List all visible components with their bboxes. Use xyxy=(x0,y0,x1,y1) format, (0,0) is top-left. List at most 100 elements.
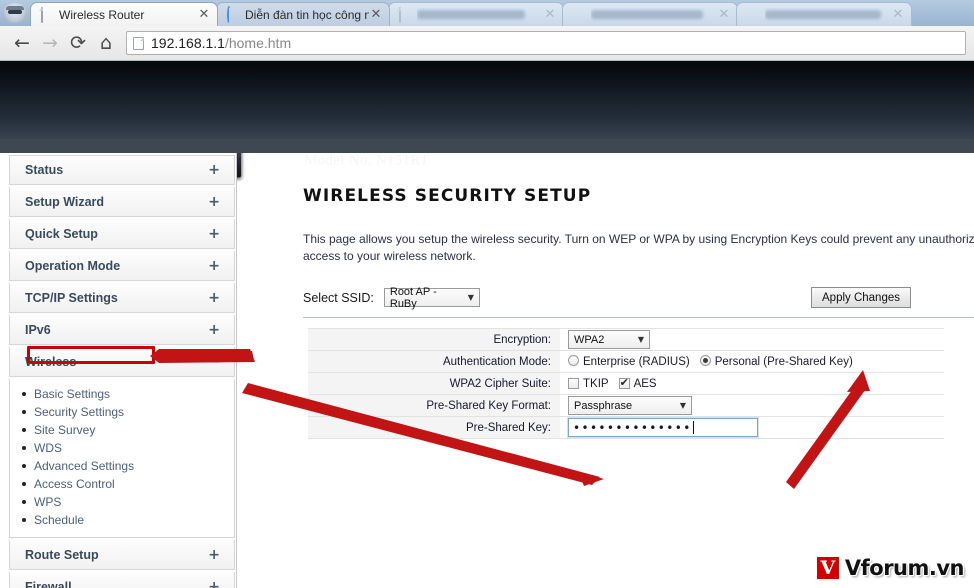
tab-close-icon[interactable]: ✕ xyxy=(891,8,905,21)
browser-tabstrip: Wireless Router ✕ Diễn đàn tin học công … xyxy=(0,0,974,26)
psk-format-select-value: Passphrase xyxy=(574,399,633,412)
ssid-select-value: Root AP - RuBy xyxy=(389,285,437,310)
page-icon xyxy=(747,8,760,22)
sidebar-nav: Status + Setup Wizard + Quick Setup + Op… xyxy=(0,153,237,588)
sidebar-item-basic-settings[interactable]: Basic Settings xyxy=(10,385,234,403)
page-icon xyxy=(41,6,54,23)
browser-tab-blurred-2[interactable]: ✕ xyxy=(562,2,738,26)
sidebar-subitem-label: Advanced Settings xyxy=(34,459,135,473)
radio-personal-label: Personal (Pre-Shared Key) xyxy=(714,356,853,368)
tab-close-icon[interactable]: ✕ xyxy=(717,8,731,21)
expand-plus-icon[interactable]: + xyxy=(208,162,220,178)
tab-close-icon[interactable]: ✕ xyxy=(197,8,211,21)
reload-icon[interactable]: ⟳ xyxy=(64,29,92,57)
vforum-logo-icon: V xyxy=(815,556,840,580)
psk-label: Pre-Shared Key: xyxy=(308,416,560,439)
bullet-icon xyxy=(22,482,26,486)
page-icon xyxy=(399,6,412,23)
home-icon[interactable]: ⌂ xyxy=(92,29,120,57)
sidebar-item-firewall[interactable]: Firewall + xyxy=(9,572,235,588)
wireless-security-form: Encryption: WPA2 ▼ Authentication Mode: … xyxy=(308,328,944,439)
psk-format-select[interactable]: Passphrase ▼ xyxy=(568,396,692,415)
sidebar-subitem-label: WPS xyxy=(34,495,62,509)
expand-plus-icon[interactable]: + xyxy=(208,290,220,306)
page-icon xyxy=(573,8,586,22)
checkbox-tkip-label: TKIP xyxy=(583,377,609,390)
browser-tab-forum[interactable]: Diễn đàn tin học công ngh ✕ xyxy=(216,2,390,26)
tab-title xyxy=(417,8,543,22)
tab-title: Diễn đàn tin học công ngh xyxy=(245,7,369,22)
tab-title: Wireless Router xyxy=(59,7,145,22)
cipher-suite-label: WPA2 Cipher Suite: xyxy=(308,372,560,395)
radio-enterprise[interactable] xyxy=(568,355,579,366)
tab-close-icon[interactable]: ✕ xyxy=(369,8,383,21)
sidebar-item-security-settings[interactable]: Security Settings xyxy=(10,403,234,421)
tab-close-icon[interactable]: ✕ xyxy=(543,8,557,21)
sidebar-item-label: Setup Wizard xyxy=(25,194,105,209)
expand-plus-icon[interactable]: + xyxy=(208,258,220,274)
ssid-select[interactable]: Root AP - RuBy ▼ xyxy=(383,285,480,310)
sidebar-item-schedule[interactable]: Schedule xyxy=(10,511,234,529)
sidebar-item-wds[interactable]: WDS xyxy=(10,439,234,457)
browser-tab-wireless-router[interactable]: Wireless Router ✕ xyxy=(30,2,218,26)
collapse-minus-icon[interactable]: − xyxy=(208,354,220,370)
sidebar-item-status[interactable]: Status + xyxy=(9,155,235,185)
encryption-select[interactable]: WPA2 ▼ xyxy=(568,330,650,349)
sidebar-item-label: Status xyxy=(25,163,64,177)
ssid-label: Select SSID: xyxy=(303,290,374,305)
radio-personal[interactable] xyxy=(699,355,711,366)
sidebar-item-quick-setup[interactable]: Quick Setup + xyxy=(9,219,235,249)
checkbox-aes-label: AES xyxy=(633,377,657,390)
forward-arrow-icon: → xyxy=(42,32,58,54)
form-row-auth-mode: Authentication Mode: Enterprise (RADIUS)… xyxy=(308,350,944,373)
header-bottom-strip xyxy=(0,139,974,153)
sidebar-item-wps[interactable]: WPS xyxy=(10,493,234,511)
browser-tab-blurred-3[interactable]: ✕ xyxy=(736,2,912,26)
checkbox-tkip[interactable] xyxy=(568,377,579,389)
encryption-select-value: WPA2 xyxy=(574,333,605,346)
bullet-icon xyxy=(22,392,26,396)
browser-chrome: Wireless Router ✕ Diễn đàn tin học công … xyxy=(0,0,974,61)
expand-plus-icon[interactable]: + xyxy=(208,226,220,242)
form-row-psk: Pre-Shared Key: •••••••••••••• xyxy=(308,416,944,439)
expand-plus-icon[interactable]: + xyxy=(208,322,220,338)
sidebar-item-site-survey[interactable]: Site Survey xyxy=(10,421,234,439)
loading-spinner-icon xyxy=(227,5,240,24)
sidebar-subitem-label: Access Control xyxy=(34,477,115,491)
browser-app-logo-icon xyxy=(0,0,30,26)
checkbox-aes[interactable] xyxy=(618,376,630,389)
expand-plus-icon[interactable]: + xyxy=(208,194,220,210)
browser-tab-blurred-1[interactable]: ✕ xyxy=(388,2,564,26)
sidebar-item-route-setup[interactable]: Route Setup + xyxy=(9,540,235,570)
main-content: WIRELESS SECURITY SETUP This page allows… xyxy=(237,153,974,588)
sidebar-subitem-label: Basic Settings xyxy=(34,387,111,401)
chevron-down-icon: ▼ xyxy=(637,335,644,344)
chevron-down-icon: ▼ xyxy=(679,401,686,410)
sidebar-item-wireless[interactable]: Wireless − xyxy=(9,347,235,377)
bullet-icon xyxy=(22,410,26,414)
back-arrow-icon[interactable]: ← xyxy=(8,29,36,57)
sidebar-item-label: Wireless xyxy=(25,354,77,369)
form-row-cipher-suite: WPA2 Cipher Suite: TKIP AES xyxy=(308,372,944,395)
address-bar[interactable]: 192.168.1.1/home.htm xyxy=(126,31,966,55)
expand-plus-icon[interactable]: + xyxy=(208,579,220,588)
sidebar-item-setup-wizard[interactable]: Setup Wizard + xyxy=(9,187,235,217)
sidebar-item-label: Route Setup xyxy=(25,547,99,562)
form-row-encryption: Encryption: WPA2 ▼ xyxy=(308,328,944,351)
address-path: /home.htm xyxy=(224,35,292,51)
divider xyxy=(303,317,974,318)
encryption-label: Encryption: xyxy=(308,328,560,351)
pre-shared-key-input[interactable]: •••••••••••••• xyxy=(567,417,759,438)
browser-toolbar: ← → ⟳ ⌂ 192.168.1.1/home.htm xyxy=(0,26,974,61)
router-header: TOTO LINK Model No. N151RT xyxy=(0,61,974,179)
sidebar-item-operation-mode[interactable]: Operation Mode + xyxy=(9,251,235,281)
sidebar-item-ipv6[interactable]: IPv6 + xyxy=(9,315,235,345)
expand-plus-icon[interactable]: + xyxy=(208,547,220,563)
apply-changes-button[interactable]: Apply Changes xyxy=(811,287,911,308)
sidebar-item-tcpip-settings[interactable]: TCP/IP Settings + xyxy=(9,283,235,313)
sidebar-item-label: TCP/IP Settings xyxy=(25,290,118,305)
sidebar-subitem-label: Schedule xyxy=(34,513,85,527)
sidebar-item-advanced-settings[interactable]: Advanced Settings xyxy=(10,457,234,475)
sidebar-item-access-control[interactable]: Access Control xyxy=(10,475,234,493)
wireless-submenu: Basic Settings Security Settings Site Su… xyxy=(9,379,235,538)
